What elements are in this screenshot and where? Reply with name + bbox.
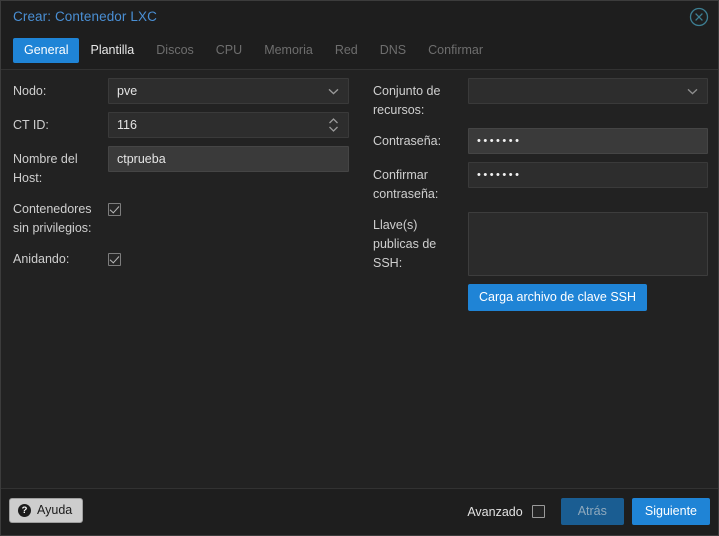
password-confirm-input[interactable]: ••••••• — [468, 162, 708, 188]
field-node: Nodo: pve — [1, 78, 361, 104]
node-select[interactable]: pve — [108, 78, 349, 104]
form-column-left: Nodo: pve CT ID: 116 Nombre del Host: ct… — [1, 78, 361, 280]
field-pool: Conjunto de recursos: — [361, 78, 718, 120]
advanced-checkbox[interactable] — [531, 505, 545, 518]
form-column-right: Conjunto de recursos: Contraseña: ••••••… — [361, 78, 718, 311]
hostname-label: Nombre del Host: — [13, 152, 78, 185]
password-confirm-value: ••••••• — [477, 169, 522, 181]
dialog-titlebar: Crear: Contenedor LXC — [1, 1, 718, 34]
tab-list: General Plantilla Discos CPU Memoria Red… — [13, 38, 494, 63]
tab-red: Red — [334, 43, 358, 57]
advanced-label: Avanzado — [467, 504, 523, 519]
create-lxc-dialog: Crear: Contenedor LXC General Plantilla … — [0, 0, 719, 536]
field-ssh-keys: Llave(s) publicas de SSH: — [361, 212, 718, 276]
field-nesting: Anidando: — [1, 246, 361, 272]
help-button[interactable]: ? Ayuda — [9, 498, 84, 523]
dialog-tabbar: General Plantilla Discos CPU Memoria Red… — [1, 34, 718, 70]
tab-general[interactable]: General — [13, 38, 80, 63]
field-unprivileged: Contenedores sin privilegios: — [1, 196, 361, 238]
hostname-value: ctprueba — [117, 152, 166, 166]
question-mark-icon: ? — [18, 503, 31, 517]
chevron-down-icon[interactable] — [686, 79, 699, 103]
pool-label: Conjunto de recursos: — [373, 84, 441, 117]
password-label: Contraseña: — [373, 134, 442, 148]
tab-confirmar: Confirmar — [428, 43, 484, 57]
unprivileged-checkbox[interactable] — [108, 202, 121, 216]
field-hostname: Nombre del Host: ctprueba — [1, 146, 361, 188]
unprivileged-label: Contenedores sin privilegios: — [13, 202, 92, 235]
ctid-label: CT ID: — [13, 118, 49, 132]
ctid-value: 116 — [117, 118, 137, 132]
help-button-label: Ayuda — [37, 503, 73, 517]
password-confirm-label: Confirmar contraseña: — [373, 168, 439, 201]
node-value: pve — [117, 84, 138, 98]
pool-select[interactable] — [468, 78, 708, 104]
back-button[interactable]: Atrás — [560, 498, 624, 525]
dialog-footer: ? Ayuda Avanzado Atrás Siguiente — [1, 488, 718, 535]
node-label: Nodo: — [13, 84, 47, 98]
ssh-keys-label: Llave(s) publicas de SSH: — [373, 218, 437, 270]
password-value: ••••••• — [477, 135, 522, 147]
ssh-upload-row: Carga archivo de clave SSH — [361, 284, 718, 311]
field-password-confirm: Confirmar contraseña: ••••••• — [361, 162, 718, 204]
tab-cpu: CPU — [215, 43, 243, 57]
nesting-checkbox[interactable] — [108, 252, 121, 266]
spinner-updown-icon[interactable] — [327, 113, 340, 137]
tab-memoria: Memoria — [264, 43, 313, 57]
next-button[interactable]: Siguiente — [631, 498, 710, 525]
hostname-input[interactable]: ctprueba — [108, 146, 349, 172]
ctid-input[interactable]: 116 — [108, 112, 349, 138]
close-icon[interactable] — [689, 7, 709, 27]
chevron-down-icon[interactable] — [327, 79, 340, 103]
field-ctid: CT ID: 116 — [1, 112, 361, 138]
ssh-upload-button[interactable]: Carga archivo de clave SSH — [468, 284, 648, 311]
tab-discos: Discos — [156, 43, 194, 57]
field-password: Contraseña: ••••••• — [361, 128, 718, 154]
tab-plantilla[interactable]: Plantilla — [79, 38, 145, 63]
ssh-keys-textarea[interactable] — [468, 212, 708, 276]
tab-dns: DNS — [379, 43, 407, 57]
password-input[interactable]: ••••••• — [468, 128, 708, 154]
dialog-body: Nodo: pve CT ID: 116 Nombre del Host: ct… — [1, 70, 718, 490]
dialog-title: Crear: Contenedor LXC — [13, 9, 157, 24]
nesting-label: Anidando: — [13, 252, 70, 266]
footer-actions: Avanzado Atrás Siguiente — [467, 498, 710, 525]
